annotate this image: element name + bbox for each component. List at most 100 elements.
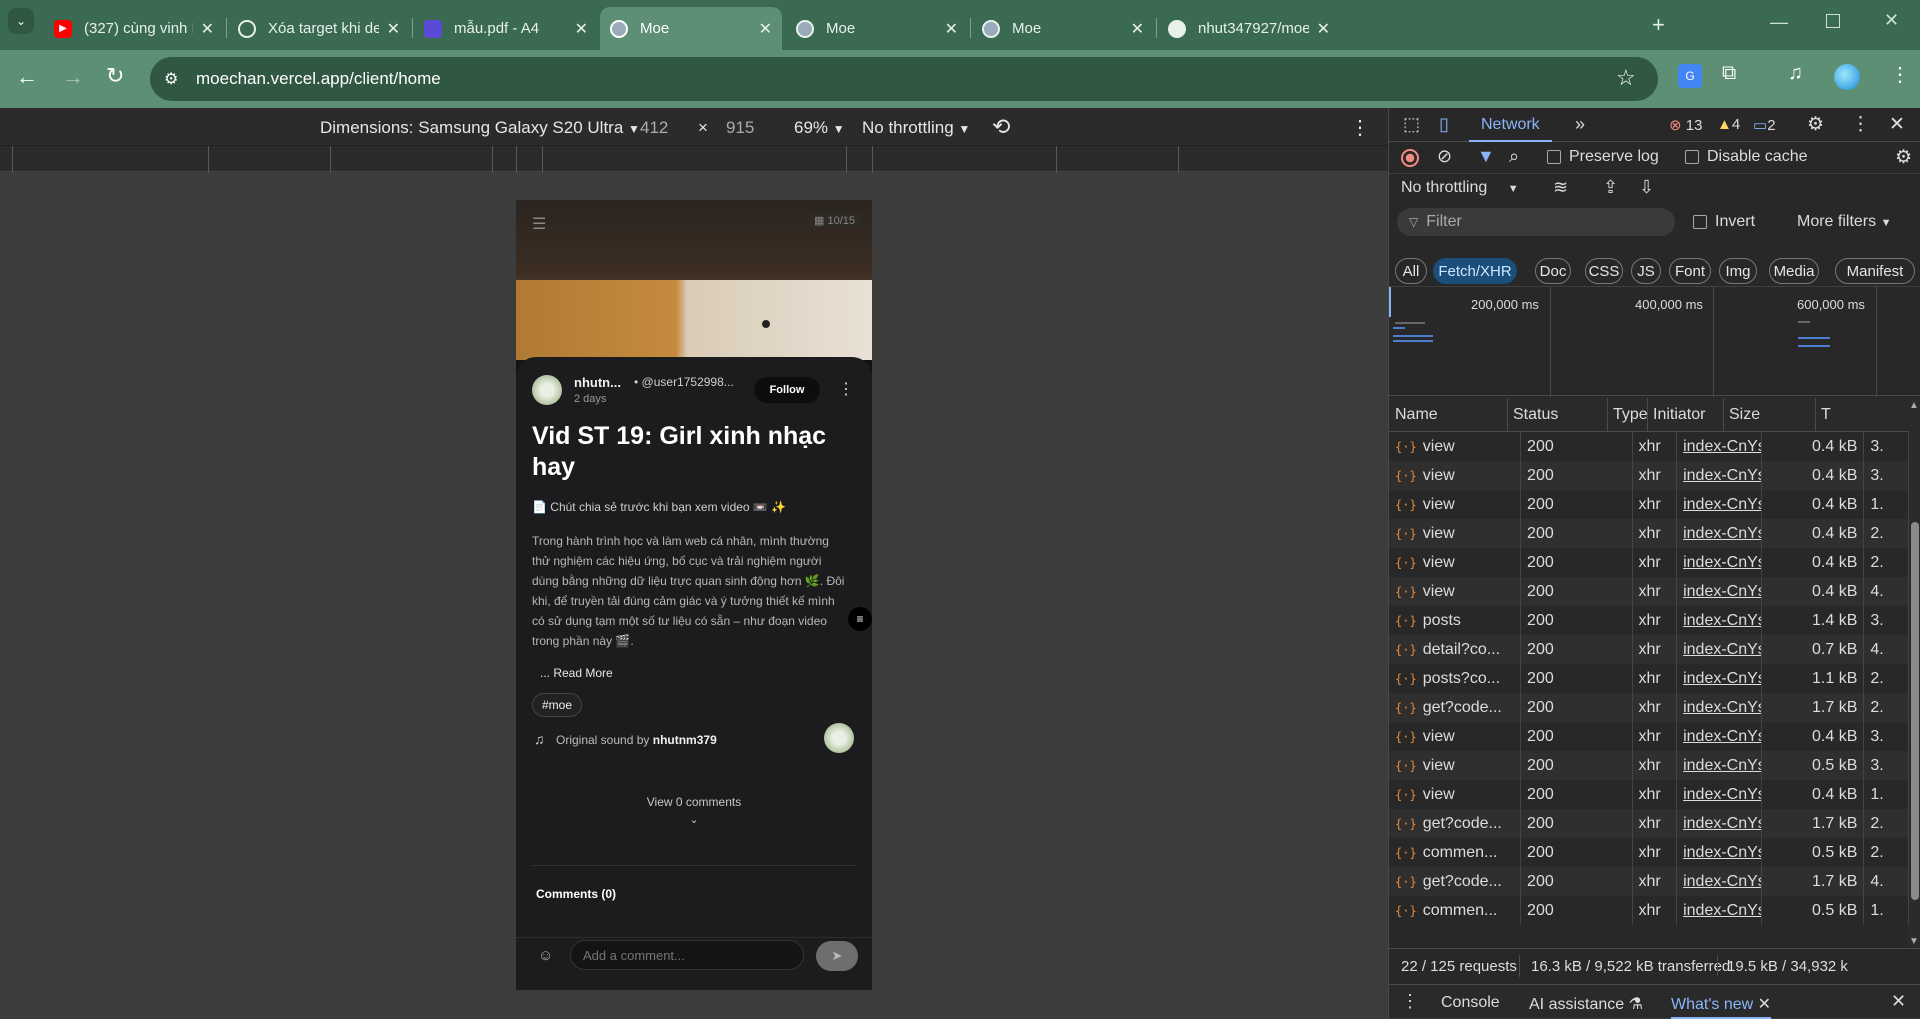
browser-tab[interactable]: ▶ (327) cùng vinh Review ✕ xyxy=(44,7,224,50)
cell-initiator[interactable]: index-CnYsb xyxy=(1676,577,1762,606)
network-conditions-icon[interactable]: ≋ xyxy=(1553,177,1568,198)
emoji-icon[interactable]: ☺ xyxy=(538,947,553,964)
close-icon[interactable]: ✕ xyxy=(1758,996,1771,1013)
follow-button[interactable]: Follow xyxy=(754,377,820,403)
close-icon[interactable]: ✕ xyxy=(759,19,772,39)
browser-tab-active[interactable]: Moe ✕ xyxy=(600,7,782,50)
back-icon[interactable]: ← xyxy=(16,64,38,90)
table-row[interactable]: {·} posts?co... 200xhrindex-CnYsb1.1 kB2. xyxy=(1389,664,1909,693)
browser-tab[interactable]: Xóa target khi deploy ✕ xyxy=(228,7,410,50)
media-control-icon[interactable]: ♫ xyxy=(1788,62,1803,85)
close-icon[interactable]: ✕ xyxy=(945,19,958,39)
disable-cache-checkbox[interactable]: Disable cache xyxy=(1685,148,1808,166)
rotate-icon[interactable]: ⟲ xyxy=(992,114,1010,140)
table-row[interactable]: {·} view 200xhrindex-CnYsb0.5 kB3. xyxy=(1389,751,1909,780)
hashtag-chip[interactable]: #moe xyxy=(532,693,583,717)
cell-initiator[interactable]: index-CnYsb xyxy=(1676,751,1762,780)
zoom-select[interactable]: 69% ▼ xyxy=(794,118,845,138)
close-window-icon[interactable]: ✕ xyxy=(1884,10,1899,31)
column-name[interactable]: Name xyxy=(1395,406,1438,424)
preserve-log-checkbox[interactable]: Preserve log xyxy=(1547,148,1659,166)
more-options-icon[interactable]: ⋮ xyxy=(1851,113,1870,136)
network-throttling-select[interactable]: No throttling ▼ xyxy=(1401,179,1519,197)
filter-chip-doc[interactable]: Doc xyxy=(1535,258,1571,284)
scroll-up-icon[interactable]: ▲ xyxy=(1909,400,1919,411)
column-type[interactable]: Type xyxy=(1613,406,1648,424)
tab-network[interactable]: Network xyxy=(1469,108,1552,142)
view-comments-button[interactable]: View 0 comments ⌄ xyxy=(516,795,872,826)
scrollbar[interactable]: ▲ ▼ xyxy=(1909,400,1920,948)
address-bar[interactable]: ⚙ moechan.vercel.app/client/home ☆ xyxy=(150,57,1658,101)
drawer-menu-icon[interactable]: ⋮ xyxy=(1401,991,1419,1012)
cell-initiator[interactable]: index-CnYsb xyxy=(1676,519,1762,548)
column-status[interactable]: Status xyxy=(1513,406,1558,424)
drawer-tab-whats-new[interactable]: What's new ✕ xyxy=(1671,985,1772,1019)
cell-initiator[interactable]: index-CnYsb xyxy=(1676,664,1762,693)
table-row[interactable]: {·} view 200xhrindex-CnYsb0.4 kB1. xyxy=(1389,780,1909,809)
error-count[interactable]: ⊗ 13 xyxy=(1669,116,1702,134)
author-name[interactable]: nhutn... xyxy=(574,375,621,390)
more-tabs-icon[interactable]: » xyxy=(1575,114,1585,135)
table-row[interactable]: {·} view 200xhrindex-CnYsb0.4 kB3. xyxy=(1389,461,1909,490)
warning-count[interactable]: ▲4 xyxy=(1717,116,1740,133)
cell-initiator[interactable]: index-CnYsb xyxy=(1676,722,1762,751)
table-row[interactable]: {·} view 200xhrindex-CnYsb0.4 kB1. xyxy=(1389,490,1909,519)
cell-initiator[interactable]: index-CnYsb xyxy=(1676,461,1762,490)
send-button[interactable]: ➤ xyxy=(816,941,858,971)
more-filters-dropdown[interactable]: More filters ▼ xyxy=(1797,213,1891,231)
device-width-input[interactable]: 412 xyxy=(640,118,668,138)
close-icon[interactable]: ✕ xyxy=(575,19,588,39)
table-row[interactable]: {·} view 200xhrindex-CnYsb0.4 kB3. xyxy=(1389,432,1909,461)
scroll-down-icon[interactable]: ▼ xyxy=(1909,936,1919,947)
cell-initiator[interactable]: index-CnYsb xyxy=(1676,838,1762,867)
filter-chip-js[interactable]: JS xyxy=(1631,258,1661,284)
drawer-tab-ai-assistance[interactable]: AI assistance ⚗ xyxy=(1529,994,1643,1014)
close-icon[interactable]: ✕ xyxy=(1317,19,1330,39)
filter-chip-font[interactable]: Font xyxy=(1669,258,1711,284)
close-icon[interactable]: ✕ xyxy=(387,19,400,39)
network-settings-icon[interactable]: ⚙ xyxy=(1895,146,1912,169)
clear-icon[interactable]: ⊘ xyxy=(1437,146,1452,167)
avatar[interactable] xyxy=(1834,64,1860,90)
column-time[interactable]: T xyxy=(1821,406,1831,424)
message-count[interactable]: ▭2 xyxy=(1753,116,1776,134)
new-tab-icon[interactable]: + xyxy=(1652,12,1665,38)
sound-credit[interactable]: Original sound by nhutnm379 xyxy=(556,733,717,747)
record-icon[interactable] xyxy=(1401,149,1419,167)
column-initiator[interactable]: Initiator xyxy=(1653,406,1705,424)
device-toggle-icon[interactable]: ▯ xyxy=(1439,114,1449,135)
reload-icon[interactable]: ↻ xyxy=(106,63,124,89)
table-row[interactable]: {·} detail?co... 200xhrindex-CnYsb0.7 kB4. xyxy=(1389,635,1909,664)
menu-icon[interactable]: ⋮ xyxy=(1890,62,1910,87)
device-height-input[interactable]: 915 xyxy=(726,118,754,138)
table-row[interactable]: {·} view 200xhrindex-CnYsb0.4 kB2. xyxy=(1389,548,1909,577)
throttling-select[interactable]: No throttling ▼ xyxy=(862,118,970,138)
cell-initiator[interactable]: index-CnYsb xyxy=(1676,780,1762,809)
table-row[interactable]: {·} get?code... 200xhrindex-CnYsb1.7 kB2. xyxy=(1389,693,1909,722)
extensions-icon[interactable]: ⧉ xyxy=(1722,62,1736,85)
hamburger-menu-icon[interactable]: ☰ xyxy=(532,214,546,234)
cell-initiator[interactable]: index-CnYsb xyxy=(1676,693,1762,722)
filter-chip-fetch-xhr[interactable]: Fetch/XHR xyxy=(1433,258,1517,284)
post-options-icon[interactable]: ⋮ xyxy=(838,379,854,399)
invert-checkbox[interactable]: Invert xyxy=(1693,213,1755,231)
author-avatar[interactable] xyxy=(532,375,562,405)
cell-initiator[interactable]: index-CnYsb xyxy=(1676,809,1762,838)
close-icon[interactable]: ✕ xyxy=(1131,19,1144,39)
export-har-icon[interactable]: ⇩ xyxy=(1639,177,1654,198)
timeline-overview[interactable]: 200,000 ms 400,000 ms 600,000 ms xyxy=(1389,286,1920,397)
translate-icon[interactable]: G xyxy=(1678,64,1702,88)
restore-icon[interactable] xyxy=(1826,14,1840,28)
browser-tab[interactable]: mẫu.pdf - A4 ✕ xyxy=(414,7,598,50)
table-row[interactable]: {·} view 200xhrindex-CnYsb0.4 kB4. xyxy=(1389,577,1909,606)
settings-icon[interactable]: ⚙ xyxy=(1807,113,1824,136)
forward-icon[interactable]: → xyxy=(62,64,84,90)
filter-input[interactable]: ▽ Filter xyxy=(1397,208,1675,236)
close-drawer-icon[interactable]: ✕ xyxy=(1891,991,1906,1012)
url-text[interactable]: moechan.vercel.app/client/home xyxy=(196,69,441,89)
inspect-element-icon[interactable]: ⬚ xyxy=(1403,114,1420,135)
table-row[interactable]: {·} view 200xhrindex-CnYsb0.4 kB2. xyxy=(1389,519,1909,548)
cell-initiator[interactable]: index-CnYsb xyxy=(1676,896,1762,925)
close-icon[interactable]: ✕ xyxy=(201,19,214,39)
table-row[interactable]: {·} get?code... 200xhrindex-CnYsb1.7 kB2. xyxy=(1389,809,1909,838)
